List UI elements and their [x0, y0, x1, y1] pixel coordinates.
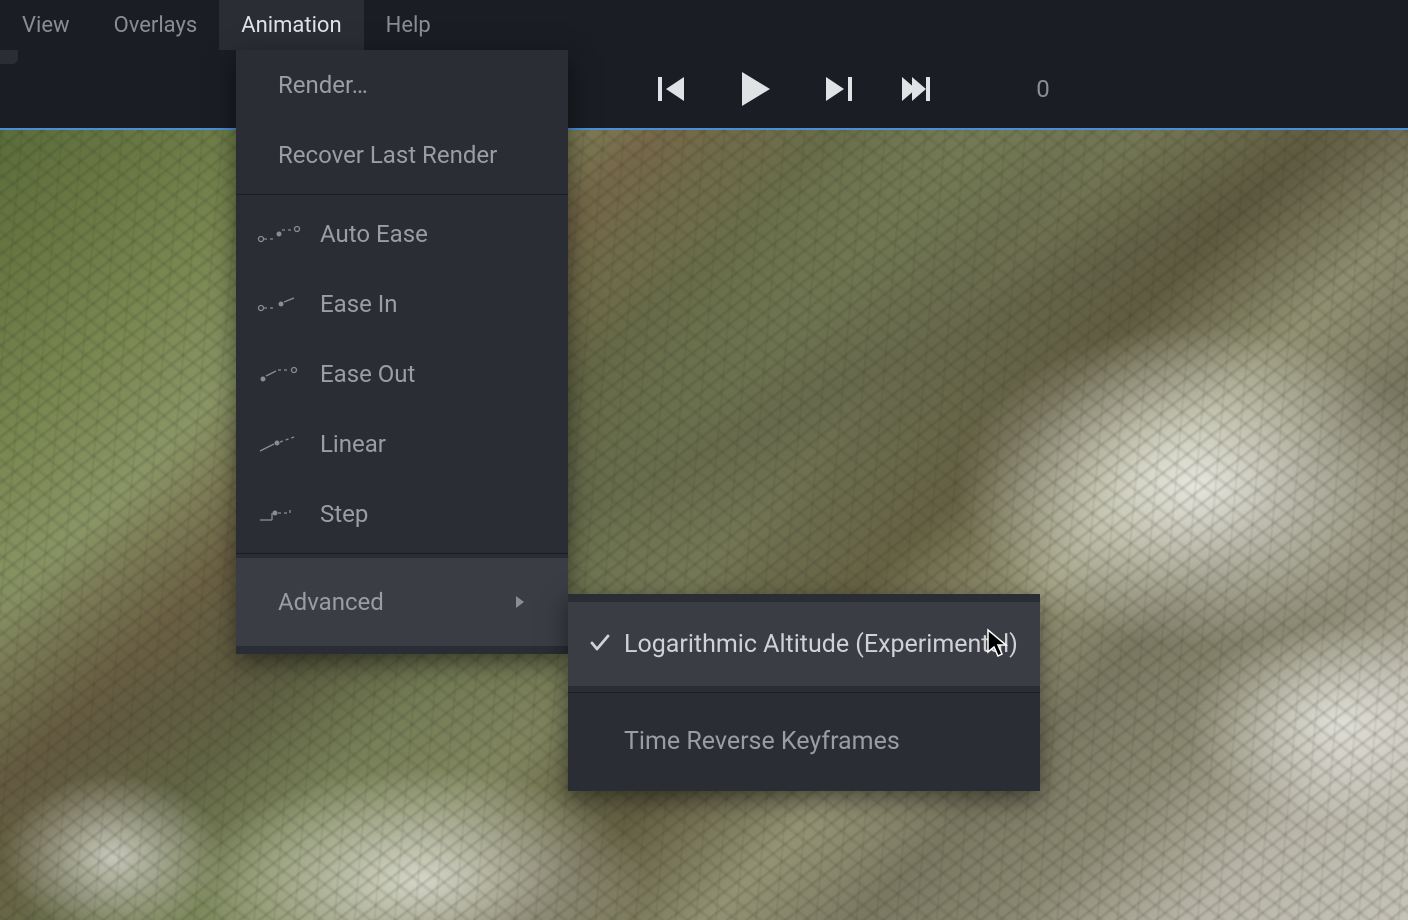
- step-forward-icon: [822, 76, 852, 102]
- auto-ease-icon: [256, 220, 302, 248]
- skip-forward-icon: [900, 76, 930, 102]
- menubar: View Overlays Animation Help: [0, 0, 1408, 50]
- menu-advanced[interactable]: Advanced: [236, 558, 568, 646]
- skip-back-icon: [658, 76, 688, 102]
- ease-in-icon: [256, 290, 302, 318]
- menu-separator: [236, 194, 568, 195]
- menu-item-label: Linear: [320, 430, 386, 458]
- ease-out-icon: [256, 360, 302, 388]
- animation-dropdown-menu: Render… Recover Last Render Auto Ease Ea…: [236, 50, 568, 654]
- submenu-arrow-icon: [514, 588, 526, 616]
- skip-forward-button[interactable]: [900, 76, 930, 102]
- menu-item-label: Step: [320, 500, 368, 528]
- menu-item-label: Ease In: [320, 290, 398, 318]
- terrain-background: [0, 130, 1408, 920]
- menu-render[interactable]: Render…: [236, 50, 568, 120]
- menu-animation[interactable]: Animation: [219, 0, 363, 50]
- checkmark-icon: [590, 630, 610, 659]
- menu-item-label: Auto Ease: [320, 220, 428, 248]
- menu-recover-last-render[interactable]: Recover Last Render: [236, 120, 568, 190]
- frame-counter: 0: [1036, 75, 1050, 103]
- playback-toolbar: 0: [0, 50, 1408, 128]
- play-icon: [736, 70, 774, 108]
- menu-ease-in[interactable]: Ease In: [236, 269, 568, 339]
- submenu-item-label: Logarithmic Altitude (Experimental): [624, 630, 1018, 659]
- menu-linear[interactable]: Linear: [236, 409, 568, 479]
- menu-overlays[interactable]: Overlays: [92, 0, 220, 50]
- menu-separator: [236, 553, 568, 554]
- viewport-3d[interactable]: [0, 128, 1408, 920]
- step-icon: [256, 500, 302, 528]
- play-button[interactable]: [736, 70, 774, 108]
- menu-step[interactable]: Step: [236, 479, 568, 549]
- step-forward-button[interactable]: [822, 76, 852, 102]
- menu-view[interactable]: View: [0, 0, 92, 50]
- skip-back-button[interactable]: [658, 76, 688, 102]
- menu-item-label: Ease Out: [320, 360, 415, 388]
- submenu-time-reverse-keyframes[interactable]: Time Reverse Keyframes: [568, 699, 1040, 783]
- submenu-logarithmic-altitude[interactable]: Logarithmic Altitude (Experimental): [568, 602, 1040, 686]
- menu-ease-out[interactable]: Ease Out: [236, 339, 568, 409]
- submenu-item-label: Time Reverse Keyframes: [624, 727, 900, 756]
- menu-separator: [568, 692, 1040, 693]
- menu-auto-ease[interactable]: Auto Ease: [236, 199, 568, 269]
- advanced-submenu: Logarithmic Altitude (Experimental) Time…: [568, 594, 1040, 791]
- menu-help[interactable]: Help: [364, 0, 453, 50]
- linear-icon: [256, 430, 302, 458]
- menu-item-label: Advanced: [278, 588, 384, 616]
